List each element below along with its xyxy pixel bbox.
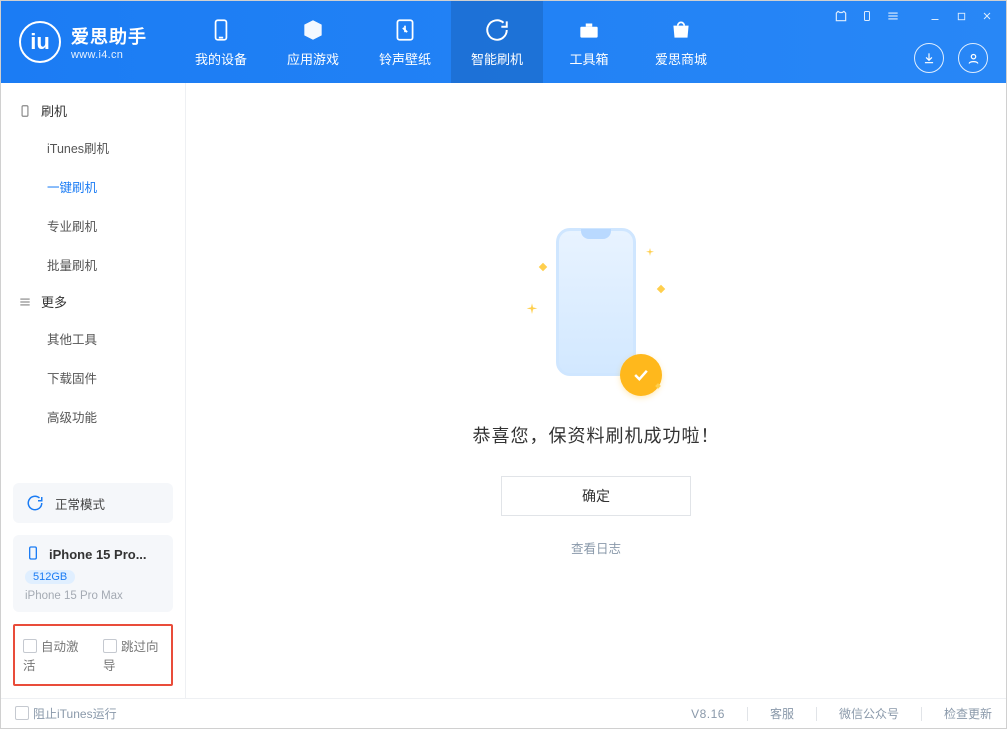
- success-illustration: [542, 224, 650, 394]
- logo-icon: iu: [19, 21, 61, 63]
- refresh-icon: [25, 493, 45, 513]
- device-mode[interactable]: 正常模式: [13, 483, 173, 523]
- device-name: iPhone 15 Pro...: [49, 547, 147, 562]
- sidebar-item-batch[interactable]: 批量刷机: [1, 245, 185, 284]
- window-controls: [832, 7, 996, 25]
- nav-label: 铃声壁纸: [379, 49, 431, 68]
- mobile-icon[interactable]: [858, 7, 876, 25]
- app-header: iu 爱思助手 www.i4.cn 我的设备 应用游戏 铃声壁纸 智能刷机: [1, 1, 1006, 83]
- support-link[interactable]: 客服: [770, 705, 794, 722]
- sidebar-item-itunes[interactable]: iTunes刷机: [1, 128, 185, 167]
- close-icon[interactable]: [978, 7, 996, 25]
- device-icon: [25, 545, 41, 564]
- main-content: 恭喜您，保资料刷机成功啦！ 确定 查看日志: [185, 83, 1006, 698]
- sidebar-item-oneclick[interactable]: 一键刷机: [1, 167, 185, 206]
- nav-apps[interactable]: 应用游戏: [267, 1, 359, 83]
- option-auto-activate[interactable]: 自动激活: [23, 636, 83, 674]
- flash-options: 自动激活 跳过向导: [13, 624, 173, 686]
- version-label: V8.16: [691, 707, 725, 721]
- sparkle-icon: [524, 302, 540, 318]
- separator: [747, 707, 748, 721]
- wechat-link[interactable]: 微信公众号: [839, 705, 899, 722]
- sidebar-group-title: 更多: [41, 292, 67, 311]
- sidebar-group-more: 更多: [1, 284, 185, 319]
- success-message: 恭喜您，保资料刷机成功啦！: [473, 422, 720, 448]
- nav-device[interactable]: 我的设备: [175, 1, 267, 83]
- separator: [816, 707, 817, 721]
- nav-flash[interactable]: 智能刷机: [451, 1, 543, 83]
- skin-icon[interactable]: [832, 7, 850, 25]
- sidebar-item-pro[interactable]: 专业刷机: [1, 206, 185, 245]
- device-model: iPhone 15 Pro Max: [25, 590, 161, 602]
- sidebar-item-firmware[interactable]: 下载固件: [1, 358, 185, 397]
- checkbox-icon[interactable]: [15, 706, 29, 720]
- minimize-icon[interactable]: [926, 7, 944, 25]
- sidebar-item-advanced[interactable]: 高级功能: [1, 397, 185, 436]
- mode-label: 正常模式: [55, 494, 105, 513]
- separator: [921, 707, 922, 721]
- block-itunes-checkbox[interactable]: 阻止iTunes运行: [15, 705, 117, 722]
- sidebar-group-title: 刷机: [41, 101, 67, 120]
- menu-icon[interactable]: [884, 7, 902, 25]
- nav-store[interactable]: 爱思商城: [635, 1, 727, 83]
- sparkle-icon: [657, 285, 665, 293]
- logo-area: iu 爱思助手 www.i4.cn: [1, 21, 165, 63]
- nav-label: 智能刷机: [471, 49, 523, 68]
- top-nav: 我的设备 应用游戏 铃声壁纸 智能刷机 工具箱 爱思商城: [175, 1, 727, 83]
- menu-icon: [17, 294, 33, 310]
- maximize-icon[interactable]: [952, 7, 970, 25]
- check-update-link[interactable]: 检查更新: [944, 705, 992, 722]
- check-badge-icon: [620, 354, 662, 396]
- device-storage: 512GB: [25, 570, 75, 584]
- app-title: 爱思助手: [71, 23, 147, 49]
- sidebar-item-othertools[interactable]: 其他工具: [1, 319, 185, 358]
- phone-icon: [17, 103, 33, 119]
- option-skip-guide[interactable]: 跳过向导: [103, 636, 163, 674]
- nav-label: 工具箱: [569, 49, 608, 68]
- nav-tools[interactable]: 工具箱: [543, 1, 635, 83]
- view-log-link[interactable]: 查看日志: [571, 538, 621, 557]
- nav-label: 我的设备: [195, 49, 247, 68]
- nav-ring[interactable]: 铃声壁纸: [359, 1, 451, 83]
- sparkle-icon: [644, 246, 656, 258]
- ok-button[interactable]: 确定: [501, 476, 691, 516]
- user-icon[interactable]: [958, 43, 988, 73]
- sidebar-group-flash: 刷机: [1, 93, 185, 128]
- download-icon[interactable]: [914, 43, 944, 73]
- nav-label: 爱思商城: [655, 49, 707, 68]
- checkbox-icon[interactable]: [103, 639, 117, 653]
- app-url: www.i4.cn: [71, 49, 147, 61]
- checkbox-icon[interactable]: [23, 639, 37, 653]
- footer: 阻止iTunes运行 V8.16 客服 微信公众号 检查更新: [1, 698, 1006, 728]
- sparkle-icon: [539, 263, 547, 271]
- device-box[interactable]: iPhone 15 Pro... 512GB iPhone 15 Pro Max: [13, 535, 173, 612]
- sidebar: 刷机 iTunes刷机 一键刷机 专业刷机 批量刷机 更多 其他工具 下载固件 …: [1, 83, 185, 698]
- nav-label: 应用游戏: [287, 49, 339, 68]
